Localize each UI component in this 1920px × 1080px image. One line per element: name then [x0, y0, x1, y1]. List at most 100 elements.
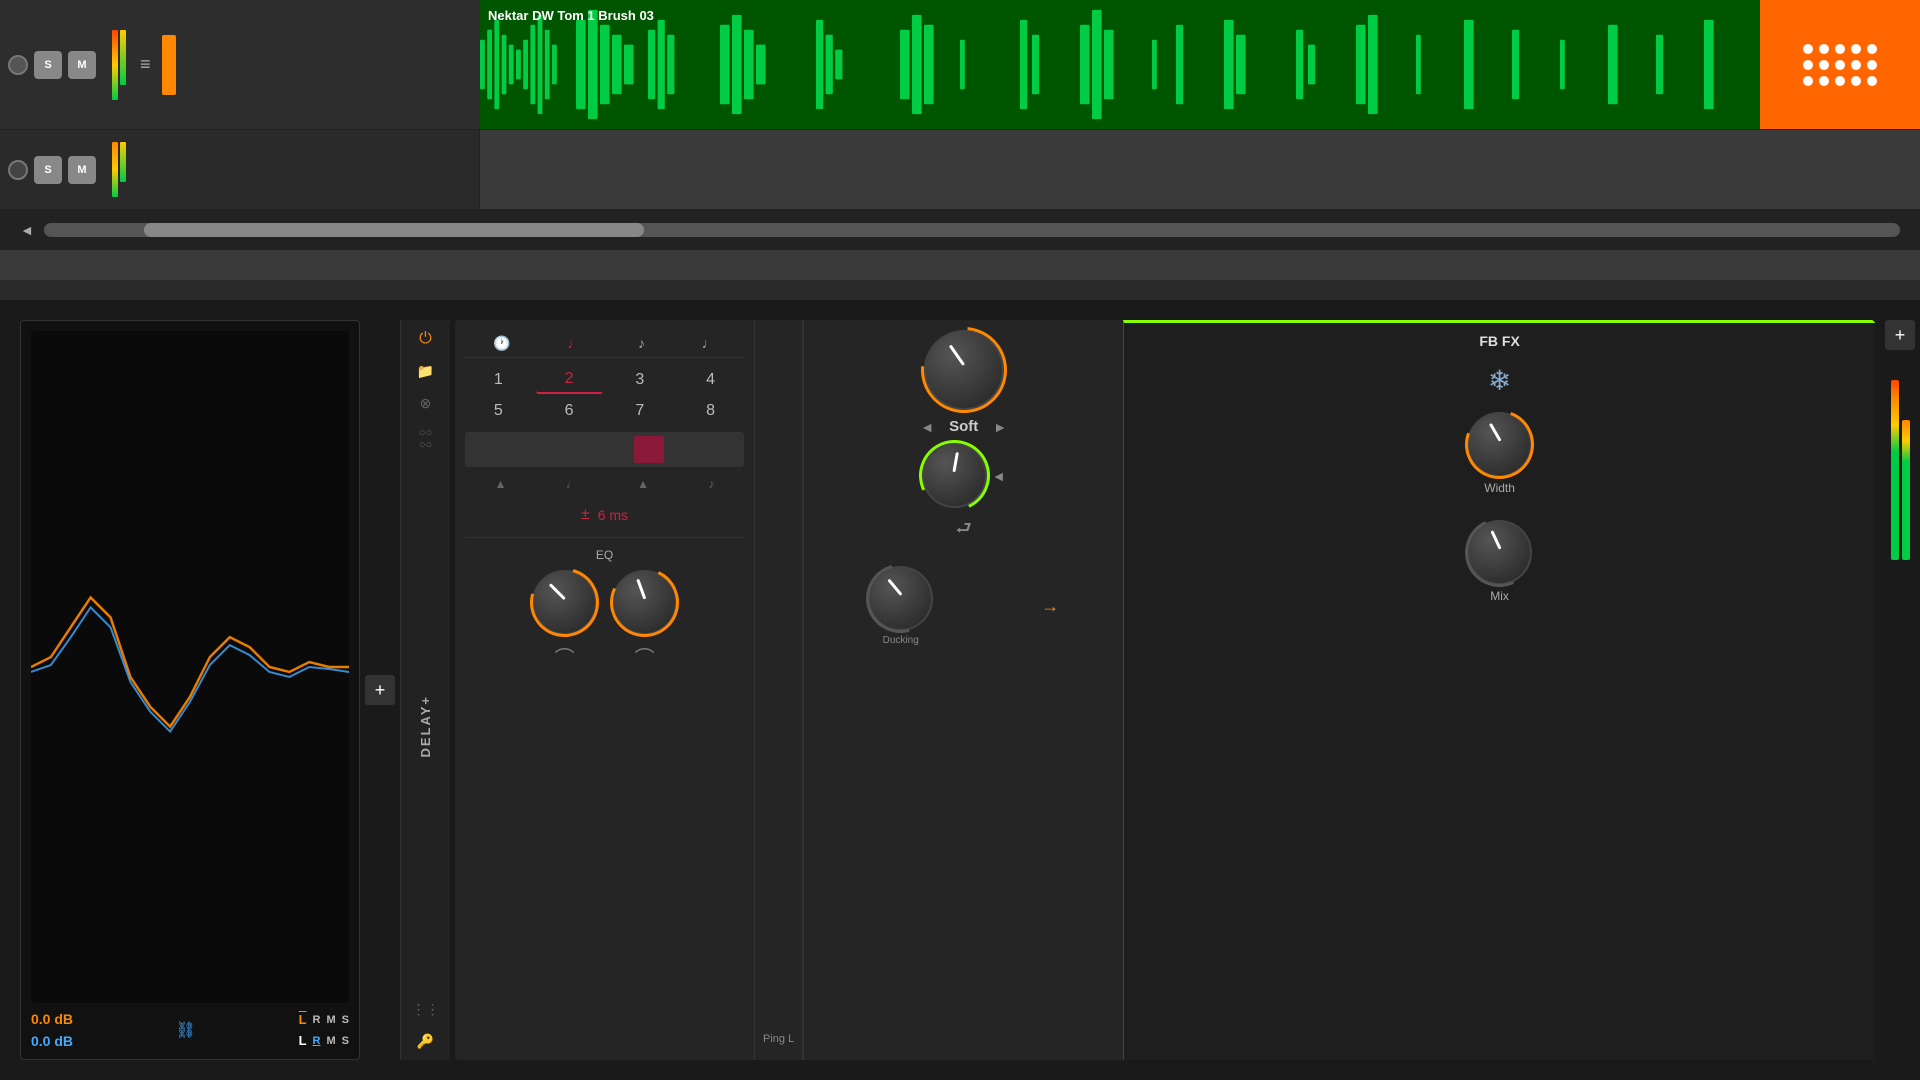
lr-row-1: L R M S — [299, 1012, 349, 1027]
eq-curve-icon-2: ⌒ — [635, 642, 655, 671]
scrollbar-thumb[interactable] — [144, 223, 644, 237]
eq-curve-icon-1: ⌒ — [555, 642, 575, 671]
mix-label: Mix — [1490, 589, 1509, 603]
num-btn-3[interactable]: 3 — [607, 366, 674, 394]
right-side-controls: + — [1885, 320, 1915, 1060]
num-btn-4[interactable]: 4 — [677, 366, 744, 394]
track-2-lane[interactable] — [480, 130, 1920, 209]
soft-section: ◄ Soft ► ◄ ⮐ — [814, 330, 1113, 546]
scroll-left-arrow[interactable]: ◄ — [20, 222, 34, 238]
return-icon[interactable]: ⮐ — [956, 516, 972, 546]
soft-nav-right[interactable]: ► — [993, 419, 1007, 435]
soft-nav-row: ◄ Soft ► — [920, 418, 1007, 435]
num-btn-7[interactable]: 7 — [607, 398, 674, 424]
folder-icon[interactable]: 📁 — [417, 363, 434, 380]
fb-fx-panel: FB FX ❄ Width — [1123, 320, 1875, 1060]
track-row-2: S M — [0, 130, 1920, 210]
position-bar[interactable] — [465, 432, 744, 467]
track-1-lane[interactable]: Nektar DW Tom 1 Brush 03 — [480, 0, 1920, 129]
track-row-1: S M ≡ Nektar DW Tom 1 Brush 03 — [0, 0, 1920, 130]
ms-value: 6 ms — [598, 507, 628, 523]
soft-nav-left[interactable]: ◄ — [920, 419, 934, 435]
lr-row-2: L R M S — [299, 1033, 349, 1048]
s-btn-1[interactable]: S — [342, 1014, 349, 1026]
fb-fx-label: FB FX — [1134, 333, 1865, 349]
soft-knob[interactable] — [924, 330, 1004, 410]
num-btn-6[interactable]: 6 — [536, 398, 603, 424]
solo-button-1[interactable]: S — [34, 51, 62, 79]
s-btn-2[interactable]: S — [342, 1035, 349, 1047]
solo-button-2[interactable]: S — [34, 156, 62, 184]
note-icon-red[interactable]: ♩ — [567, 335, 581, 352]
scope-info: 0.0 dB 0.0 dB ⛓ L R M S L R M S — [31, 1003, 349, 1049]
pos-arrow-left-1[interactable]: ▲ — [495, 477, 507, 491]
width-container: Width — [1134, 412, 1865, 495]
plus-minus-icon: ± — [581, 506, 590, 524]
num-btn-5[interactable]: 5 — [465, 398, 532, 424]
r-btn-2[interactable]: R — [313, 1035, 321, 1047]
mute-button-2[interactable]: M — [68, 156, 96, 184]
power-icon[interactable]: ⏻ — [419, 330, 432, 348]
soft-label: Soft — [949, 418, 978, 435]
ducking-arrow-icon: → — [1041, 596, 1059, 617]
plugin-name-label: DELAY+ — [418, 695, 433, 757]
meter-bar-right-1 — [1891, 380, 1899, 560]
add-plugin-button[interactable]: + — [365, 675, 395, 705]
eq-section: EQ ⌒ — [465, 537, 744, 681]
oscilloscope-svg — [31, 331, 349, 1003]
width-knob[interactable] — [1467, 412, 1532, 477]
add-right-button[interactable]: + — [1885, 320, 1915, 350]
link-circles-icon[interactable]: ⊗ — [420, 395, 432, 412]
track-2-controls: S M — [0, 130, 480, 209]
freeze-icon[interactable]: ❄ — [1488, 365, 1511, 396]
mix-container: Mix — [1134, 520, 1865, 603]
ducking-label: Ducking — [883, 635, 919, 646]
eq-knob-2[interactable] — [612, 570, 677, 635]
delay-plugin-panel: 🕐 ♩ ♪ ♩ 1 2 3 4 5 6 7 8 ▲ — [455, 320, 1875, 1060]
number-grid: 1 2 3 4 5 6 7 8 — [465, 366, 744, 424]
add-plugin-area: + — [365, 320, 395, 1060]
record-button-2[interactable] — [8, 160, 28, 180]
track-1-meter — [112, 30, 126, 100]
num-btn-8[interactable]: 8 — [677, 398, 744, 424]
timing-icons-row: 🕐 ♩ ♪ ♩ — [465, 330, 744, 358]
menu-icon-1[interactable]: ≡ — [140, 54, 151, 75]
l-label-orange: L — [299, 1012, 307, 1027]
scrollbar-area: ◄ — [0, 210, 1920, 250]
grid-dots-icon[interactable]: ⋮⋮ — [412, 1001, 440, 1018]
mute-button-1[interactable]: M — [68, 51, 96, 79]
m-btn-1[interactable]: M — [326, 1014, 335, 1026]
position-arrows: ▲ ♩ ▲ ♪ — [465, 475, 744, 493]
scrollbar-track[interactable] — [44, 223, 1900, 237]
soft-knob-wrapper — [924, 330, 1004, 410]
right-panel: ◄ Soft ► ◄ ⮐ — [803, 320, 1123, 1060]
track-color-indicator-1 — [162, 35, 176, 95]
pos-arrow-right-1[interactable]: ▲ — [637, 477, 649, 491]
daw-top-area: S M ≡ Nektar DW Tom 1 Brush 03 — [0, 0, 1920, 280]
note-icon-1[interactable]: ♪ — [638, 335, 645, 352]
r-btn-1[interactable]: R — [313, 1014, 321, 1026]
meter-bar-right-2 — [1902, 420, 1910, 560]
freeze-container: ❄ — [1134, 364, 1865, 397]
pos-arrow-note-2[interactable]: ♪ — [708, 477, 714, 491]
plugin-strip: ⏻ 📁 ⊗ ○○○○ DELAY+ ⋮⋮ 🔑 — [400, 320, 450, 1060]
key-icon[interactable]: 🔑 — [417, 1033, 434, 1050]
green-knob[interactable] — [922, 443, 987, 508]
ms-display: ± 6 ms — [465, 501, 744, 529]
ducking-container: Ducking — [868, 566, 933, 646]
num-btn-2[interactable]: 2 — [536, 366, 603, 394]
ducking-knob[interactable] — [868, 566, 933, 631]
eq-knob-1[interactable] — [532, 570, 597, 635]
position-marker — [634, 436, 664, 463]
db-orange-value: 0.0 dB — [31, 1011, 73, 1027]
num-btn-1[interactable]: 1 — [465, 366, 532, 394]
note-icon-2[interactable]: ♩ — [702, 335, 716, 352]
clock-icon[interactable]: 🕐 — [493, 335, 510, 352]
mix-knob[interactable] — [1467, 520, 1532, 585]
link-icon[interactable]: ⛓ — [176, 1020, 196, 1040]
io-circles-icon[interactable]: ○○○○ — [419, 427, 432, 451]
pos-arrow-note-1[interactable]: ♩ — [566, 477, 578, 491]
record-button[interactable] — [8, 55, 28, 75]
m-btn-2[interactable]: M — [326, 1035, 335, 1047]
track-1-label: Nektar DW Tom 1 Brush 03 — [488, 8, 654, 23]
